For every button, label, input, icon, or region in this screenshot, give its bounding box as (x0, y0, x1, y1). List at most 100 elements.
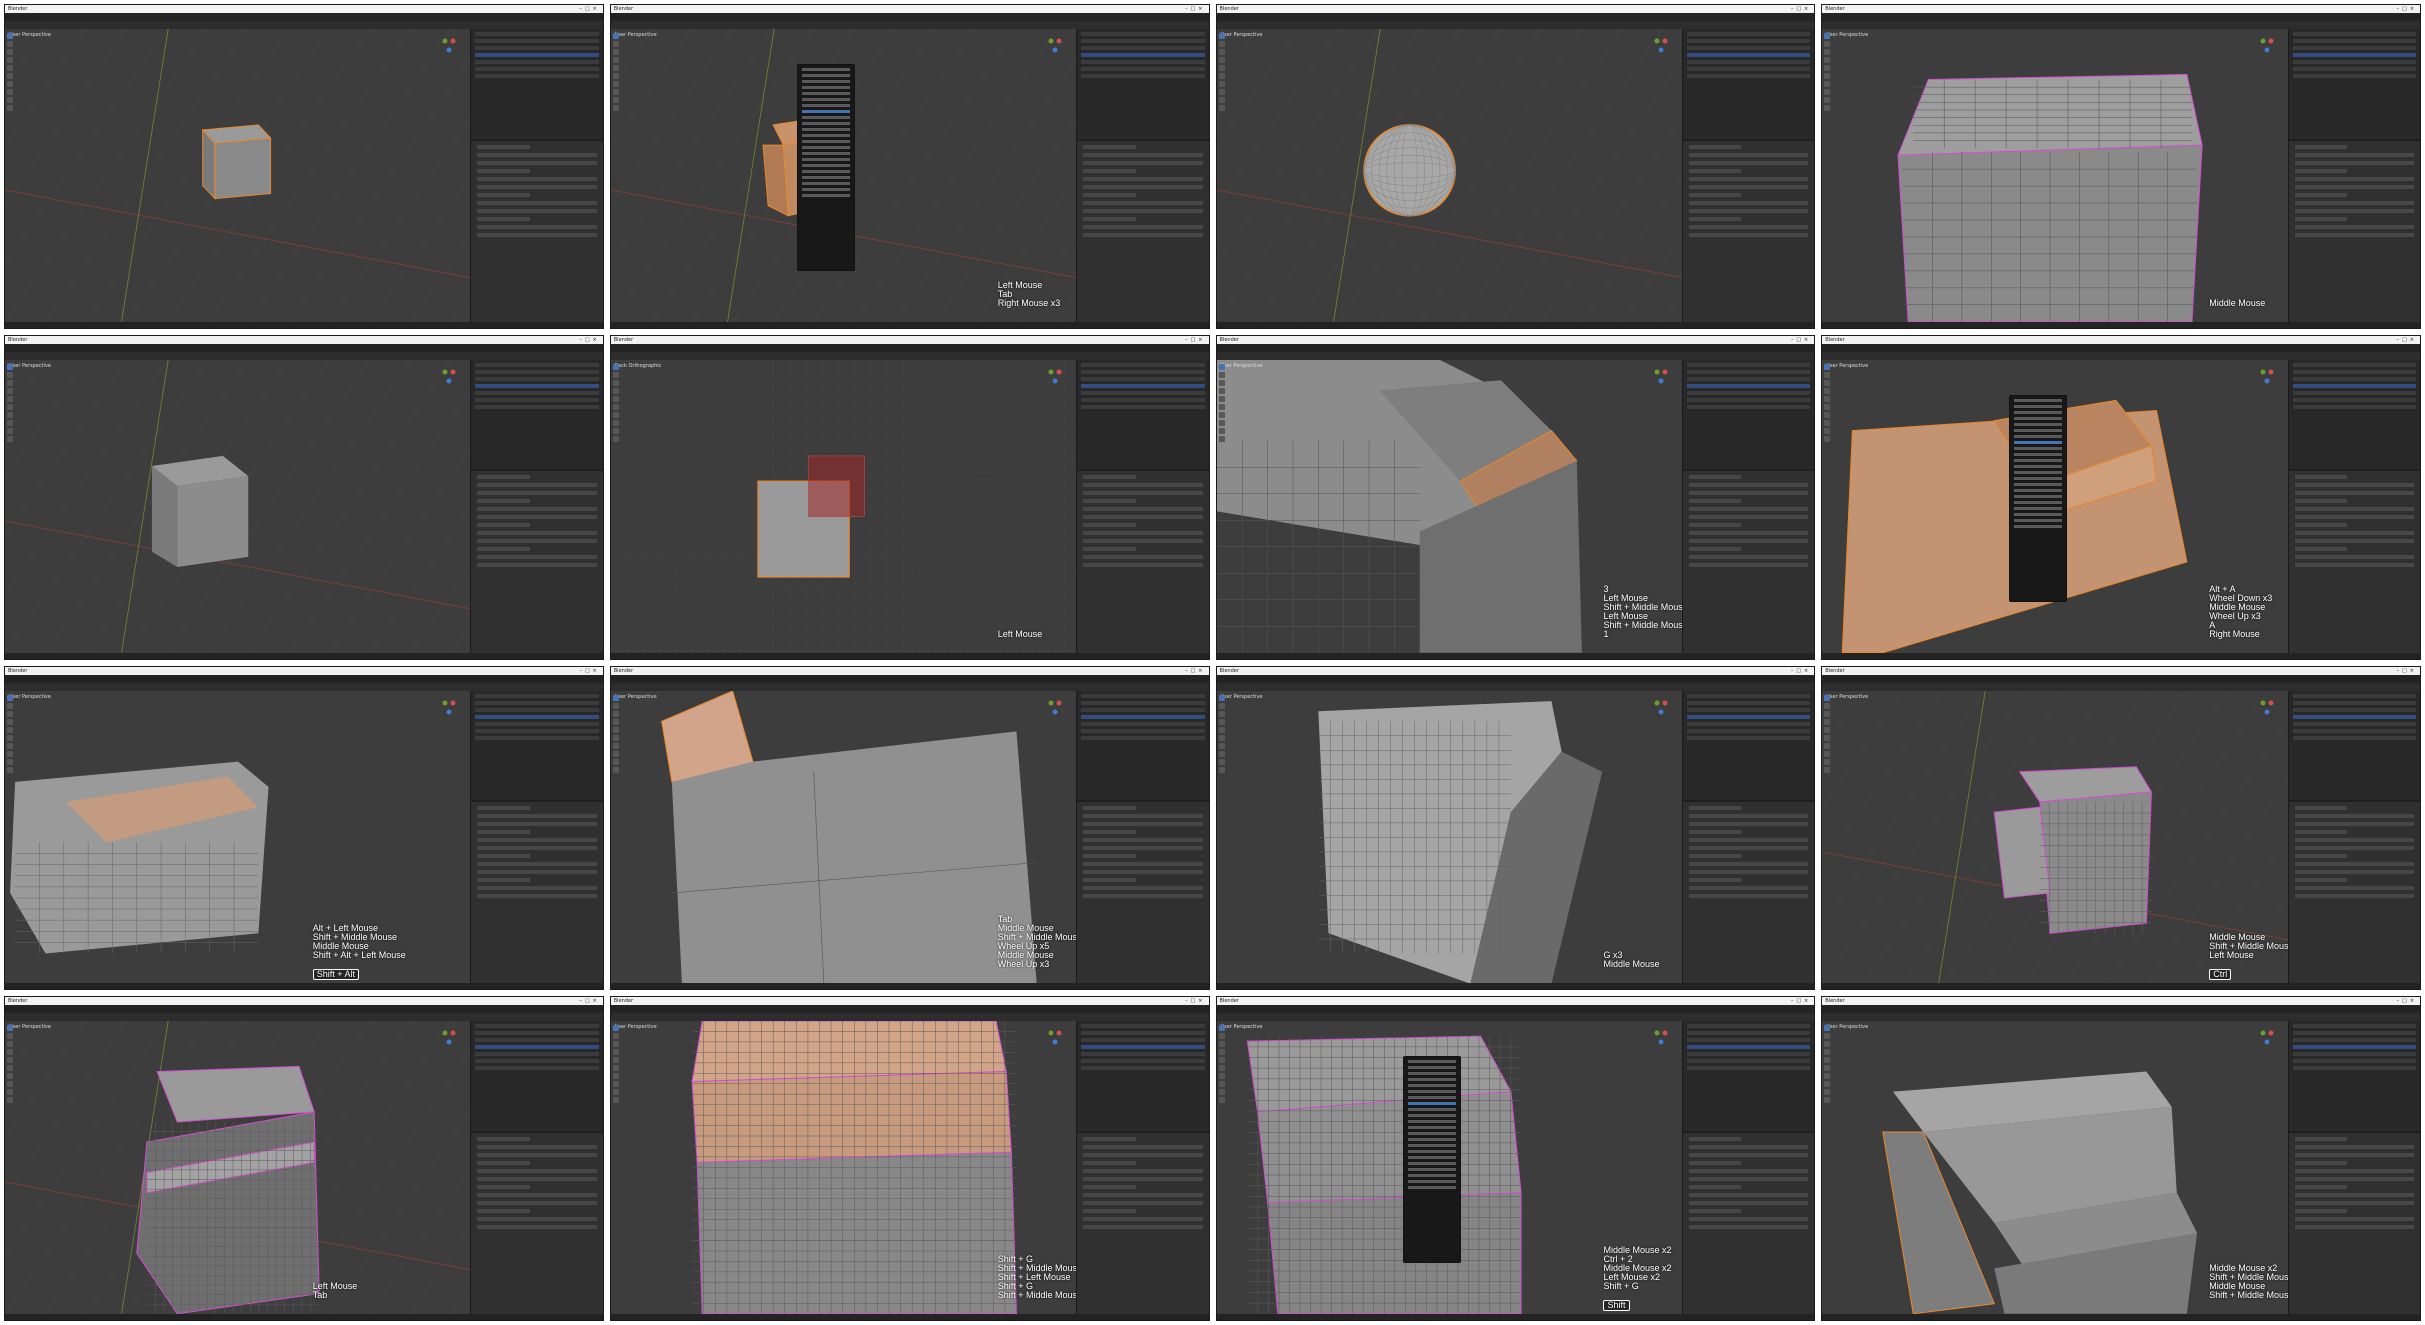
outliner-row[interactable] (1081, 383, 1205, 388)
tool-icon[interactable] (1824, 73, 1831, 79)
property-field[interactable] (2294, 814, 2414, 819)
navigation-gizmo[interactable] (1045, 1027, 1065, 1047)
window-controls[interactable]: –□× (579, 667, 599, 675)
property-field[interactable] (2294, 1160, 2348, 1165)
property-field[interactable] (477, 1176, 597, 1181)
tool-icon[interactable] (1824, 718, 1831, 725)
context-menu-item[interactable] (2013, 428, 2062, 432)
tool-icon[interactable] (7, 89, 13, 95)
outliner-row[interactable] (1081, 714, 1205, 719)
outliner-row[interactable] (1081, 1024, 1205, 1029)
context-menu-item[interactable] (802, 122, 851, 126)
outliner-row[interactable] (2292, 721, 2416, 726)
tool-icon[interactable] (1218, 105, 1225, 111)
outliner-row[interactable] (1081, 397, 1205, 402)
outliner-row[interactable] (1686, 728, 1811, 733)
outliner-row[interactable] (475, 693, 599, 698)
window-controls[interactable]: –□× (1791, 997, 1811, 1005)
outliner-row[interactable] (1081, 700, 1205, 705)
viewport-3d[interactable]: User Perspective Tab Middle Mouse Shift + M… (610, 690, 1077, 984)
property-field[interactable] (477, 814, 597, 819)
context-menu-item[interactable] (802, 194, 851, 198)
context-menu-item[interactable] (802, 86, 851, 90)
outliner-row[interactable] (2292, 1024, 2416, 1029)
outliner-panel[interactable] (1681, 29, 1815, 139)
outliner-row[interactable] (1686, 1038, 1811, 1043)
tool-icon[interactable] (1824, 1057, 1831, 1064)
outliner-row[interactable] (2292, 1059, 2416, 1064)
outliner-row[interactable] (1686, 700, 1811, 705)
tool-icon[interactable] (612, 65, 619, 71)
menu-bar[interactable] (5, 674, 603, 690)
tool-icon[interactable] (7, 379, 13, 386)
navigation-gizmo[interactable] (2257, 366, 2277, 386)
tool-icon[interactable] (612, 73, 619, 79)
property-field[interactable] (2294, 515, 2414, 520)
tool-icon[interactable] (612, 1097, 619, 1104)
context-menu-item[interactable] (802, 188, 851, 192)
properties-panel[interactable] (1681, 469, 1815, 653)
context-menu-item[interactable] (802, 92, 851, 96)
tool-shelf[interactable] (1218, 1023, 1227, 1105)
tool-shelf[interactable] (1824, 693, 1832, 775)
tool-icon[interactable] (1824, 1097, 1831, 1104)
tool-icon[interactable] (612, 105, 619, 111)
navigation-gizmo[interactable] (1045, 35, 1065, 55)
outliner-row[interactable] (1686, 383, 1811, 388)
window-controls[interactable]: –□× (2397, 336, 2417, 344)
property-field[interactable] (1688, 830, 1742, 835)
tool-icon[interactable] (7, 65, 13, 71)
property-field[interactable] (477, 200, 597, 205)
tool-icon[interactable] (612, 1025, 619, 1032)
tool-icon[interactable] (7, 694, 13, 701)
properties-panel[interactable] (1076, 138, 1209, 322)
outliner-row[interactable] (2292, 390, 2416, 395)
window-controls[interactable]: –□× (1185, 667, 1205, 675)
tool-icon[interactable] (612, 1065, 619, 1072)
tool-icon[interactable] (7, 97, 13, 103)
tool-icon[interactable] (1824, 33, 1831, 39)
tool-icon[interactable] (1824, 1041, 1831, 1048)
tool-icon[interactable] (1824, 387, 1831, 394)
tool-icon[interactable] (1218, 419, 1225, 426)
viewport-header[interactable] (5, 21, 603, 36)
window-controls[interactable]: –□× (579, 997, 599, 1005)
property-field[interactable] (2294, 176, 2414, 181)
tool-icon[interactable] (1218, 427, 1225, 434)
property-field[interactable] (2294, 555, 2414, 560)
outliner-row[interactable] (2292, 735, 2416, 740)
viewport-3d[interactable]: User Perspective Left Mouse Tab Right Mouse… (610, 29, 1077, 322)
context-menu-item[interactable] (2013, 482, 2062, 486)
property-field[interactable] (2294, 547, 2348, 552)
property-field[interactable] (1688, 208, 1809, 213)
menu-bar[interactable] (1216, 1005, 1815, 1021)
tool-icon[interactable] (1824, 710, 1831, 717)
tool-icon[interactable] (612, 1089, 619, 1096)
property-field[interactable] (477, 152, 597, 157)
outliner-row[interactable] (1081, 1045, 1205, 1050)
tool-icon[interactable] (7, 702, 13, 709)
outliner-row[interactable] (1686, 67, 1811, 71)
properties-panel[interactable] (470, 138, 603, 322)
context-menu-item[interactable] (1408, 1174, 1456, 1178)
outliner-row[interactable] (2292, 700, 2416, 705)
viewport-header[interactable] (1822, 351, 2420, 367)
context-menu-item[interactable] (2013, 494, 2062, 498)
property-field[interactable] (2294, 806, 2348, 811)
tool-icon[interactable] (1824, 1025, 1831, 1032)
outliner-row[interactable] (1081, 1031, 1205, 1036)
tool-icon[interactable] (7, 718, 13, 725)
outliner-row[interactable] (2292, 1052, 2416, 1057)
context-menu-item[interactable] (802, 170, 851, 174)
property-field[interactable] (1688, 555, 1809, 560)
viewport-header[interactable] (1822, 21, 2420, 36)
outliner-row[interactable] (1686, 1045, 1811, 1050)
menu-bar[interactable] (5, 13, 603, 28)
outliner-row[interactable] (2292, 714, 2416, 719)
context-menu-item[interactable] (1408, 1072, 1456, 1076)
outliner-row[interactable] (2292, 362, 2416, 367)
tool-shelf[interactable] (7, 693, 15, 775)
outliner-row[interactable] (475, 369, 599, 374)
tool-icon[interactable] (1218, 49, 1225, 55)
tool-icon[interactable] (7, 734, 13, 741)
